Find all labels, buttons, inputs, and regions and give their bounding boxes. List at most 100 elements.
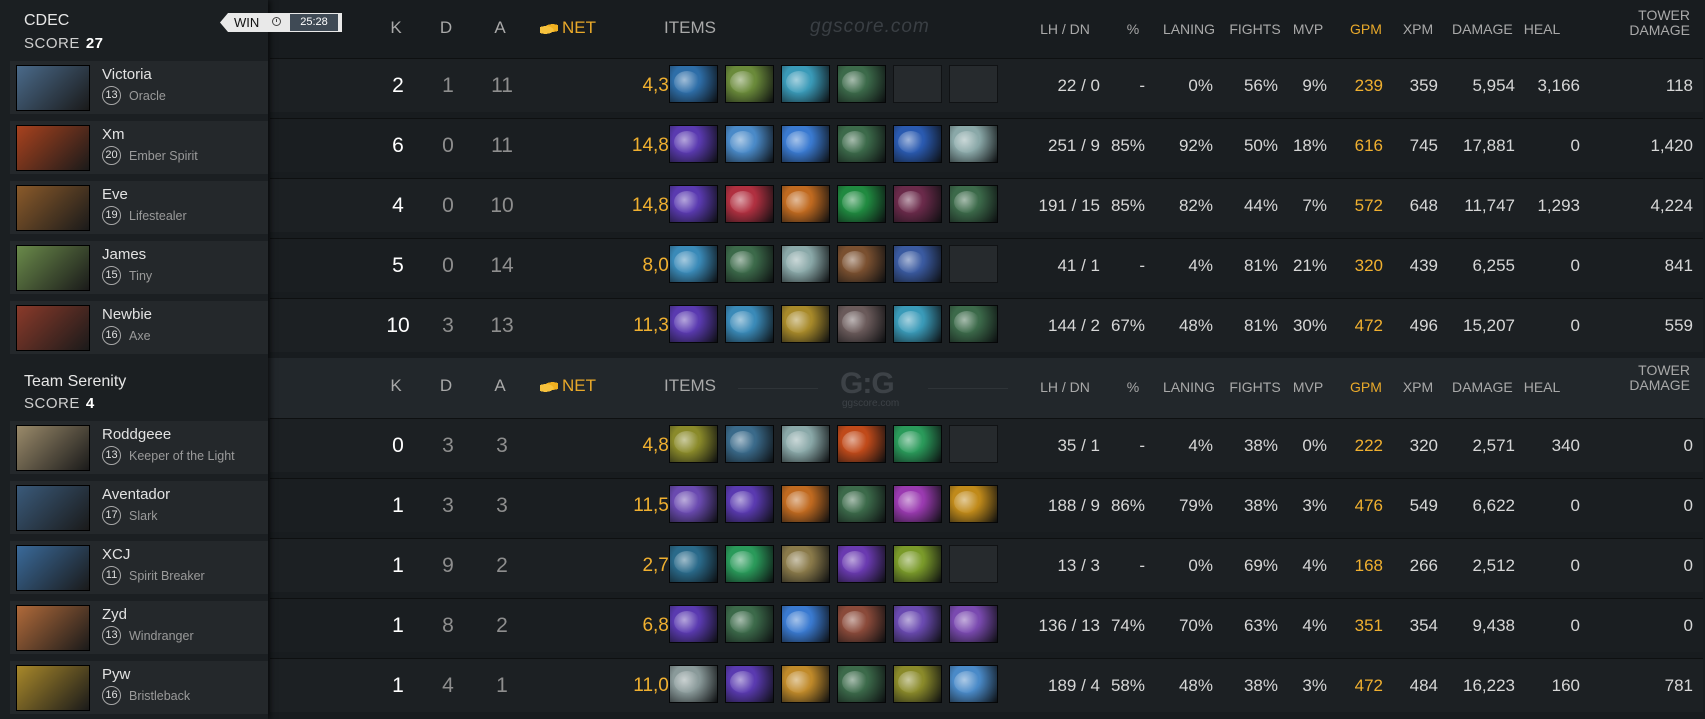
column-header-damage[interactable]: DAMAGE [1452, 379, 1513, 395]
item-icon[interactable] [781, 425, 830, 463]
player-stats-row[interactable]: 1 3 3 11,585 188 / 9 86% 79% 38% 3% 476 549 6,622 0 0 [270, 478, 1703, 532]
item-icon[interactable] [837, 545, 886, 583]
item-icon[interactable] [669, 125, 718, 163]
column-header-lh_dn[interactable]: LH / DN [1030, 379, 1100, 395]
item-icon[interactable] [725, 485, 774, 523]
column-header-items[interactable]: ITEMS [664, 18, 724, 38]
item-icon[interactable] [949, 485, 998, 523]
item-icon[interactable] [725, 125, 774, 163]
column-header-laning[interactable]: LANING [1154, 379, 1224, 395]
player-card[interactable]: Eve 19 Lifestealer [10, 181, 268, 234]
item-icon[interactable] [669, 605, 718, 643]
column-header-pct[interactable]: % [1118, 379, 1148, 395]
item-icon[interactable] [669, 665, 718, 703]
item-icon[interactable] [949, 305, 998, 343]
column-header-lh_dn[interactable]: LH / DN [1030, 21, 1100, 37]
player-card[interactable]: XCJ 11 Spirit Breaker [10, 541, 268, 594]
item-icon[interactable] [669, 65, 718, 103]
item-icon[interactable] [949, 665, 998, 703]
column-header-fights[interactable]: FIGHTS [1225, 379, 1285, 395]
column-header-d[interactable]: D [424, 18, 468, 38]
item-icon[interactable] [893, 125, 942, 163]
player-stats-row[interactable]: 1 4 1 11,084 189 / 4 58% 48% 38% 3% 472 484 16,223 1… [270, 658, 1703, 712]
player-stats-row[interactable]: 1 9 2 2,743 13 / 3-0% 69% 4% 168 266 2,512 0 0 [270, 538, 1703, 592]
player-name[interactable]: Zyd [102, 606, 127, 623]
player-name[interactable]: Newbie [102, 306, 152, 323]
player-name[interactable]: Pyw [102, 666, 130, 683]
item-icon[interactable] [893, 485, 942, 523]
item-icon[interactable] [669, 545, 718, 583]
item-icon[interactable] [725, 665, 774, 703]
item-icon[interactable] [837, 245, 886, 283]
item-icon[interactable] [893, 245, 942, 283]
item-icon[interactable] [725, 185, 774, 223]
item-icon[interactable] [781, 185, 830, 223]
item-icon[interactable] [725, 305, 774, 343]
player-card[interactable]: Zyd 13 Windranger [10, 601, 268, 654]
player-stats-row[interactable]: 0 3 3 4,805 35 / 1-4% 38% 0% 222 320 2,571 340 0 [270, 418, 1703, 472]
player-name[interactable]: Roddgeee [102, 426, 171, 443]
column-header-damage[interactable]: DAMAGE [1452, 21, 1513, 37]
player-card[interactable]: Aventador 17 Slark [10, 481, 268, 534]
item-icon[interactable] [893, 425, 942, 463]
item-icon[interactable] [837, 605, 886, 643]
item-icon[interactable] [893, 665, 942, 703]
item-icon[interactable] [837, 485, 886, 523]
item-icon[interactable] [837, 665, 886, 703]
column-header-tower-damage[interactable]: TOWER DAMAGE [1620, 8, 1690, 38]
item-icon[interactable] [837, 425, 886, 463]
item-icon[interactable] [837, 125, 886, 163]
item-icon[interactable] [725, 65, 774, 103]
player-card[interactable]: Xm 20 Ember Spirit [10, 121, 268, 174]
item-icon[interactable] [893, 545, 942, 583]
column-header-xpm[interactable]: XPM [1398, 379, 1438, 395]
player-name[interactable]: Aventador [102, 486, 170, 503]
item-icon[interactable] [725, 245, 774, 283]
item-icon[interactable] [949, 605, 998, 643]
column-header-d[interactable]: D [424, 376, 468, 396]
player-name[interactable]: Eve [102, 186, 128, 203]
player-stats-row[interactable]: 4 0 10 14,853 191 / 15 85% 82% 44% 7% 572 648 11,74… [270, 178, 1703, 232]
player-card[interactable]: Newbie 16 Axe [10, 301, 268, 354]
item-icon[interactable] [837, 185, 886, 223]
column-header-k[interactable]: K [374, 18, 418, 38]
player-name[interactable]: Victoria [102, 66, 152, 83]
column-header-k[interactable]: K [374, 376, 418, 396]
item-icon[interactable] [669, 485, 718, 523]
player-card[interactable]: Victoria 13 Oracle [10, 61, 268, 114]
column-header-mvp[interactable]: MVP [1288, 379, 1328, 395]
item-icon[interactable] [781, 65, 830, 103]
column-header-a[interactable]: A [478, 18, 522, 38]
column-header-fights[interactable]: FIGHTS [1225, 21, 1285, 37]
column-header-gpm[interactable]: GPM [1346, 379, 1386, 395]
item-icon[interactable] [837, 65, 886, 103]
item-icon[interactable] [669, 185, 718, 223]
player-stats-row[interactable]: 6 0 11 14,851 251 / 9 85% 92% 50% 18% 616 745 17,88… [270, 118, 1703, 172]
player-card[interactable]: Pyw 16 Bristleback [10, 661, 268, 714]
player-stats-row[interactable]: 10 3 13 11,398 144 / 2 67% 48% 81% 30% 472 496 15,2… [270, 298, 1703, 352]
player-card[interactable]: James 15 Tiny [10, 241, 268, 294]
column-header-gpm[interactable]: GPM [1346, 21, 1386, 37]
player-name[interactable]: James [102, 246, 146, 263]
column-header-laning[interactable]: LANING [1154, 21, 1224, 37]
item-icon[interactable] [669, 425, 718, 463]
item-icon[interactable] [669, 245, 718, 283]
item-icon[interactable] [781, 305, 830, 343]
player-stats-row[interactable]: 2 1 11 4,397 22 / 0-0% 56% 9% 239 359 5,954 3,166 1… [270, 58, 1703, 112]
item-icon[interactable] [725, 425, 774, 463]
player-stats-row[interactable]: 1 8 2 6,825 136 / 13 74% 70% 63% 4% 351 354 9,438 0 0 [270, 598, 1703, 652]
item-icon[interactable] [781, 605, 830, 643]
item-icon[interactable] [725, 545, 774, 583]
player-name[interactable]: Xm [102, 126, 125, 143]
item-icon[interactable] [949, 185, 998, 223]
player-stats-row[interactable]: 5 0 14 8,028 41 / 1-4% 81% 21% 320 439 6,255 0 841 [270, 238, 1703, 292]
player-name[interactable]: XCJ [102, 546, 130, 563]
item-icon[interactable] [837, 305, 886, 343]
item-icon[interactable] [669, 305, 718, 343]
column-header-tower-damage[interactable]: TOWER DAMAGE [1620, 363, 1690, 393]
item-icon[interactable] [781, 545, 830, 583]
column-header-items[interactable]: ITEMS [664, 376, 724, 396]
column-header-a[interactable]: A [478, 376, 522, 396]
item-icon[interactable] [781, 245, 830, 283]
item-icon[interactable] [781, 665, 830, 703]
